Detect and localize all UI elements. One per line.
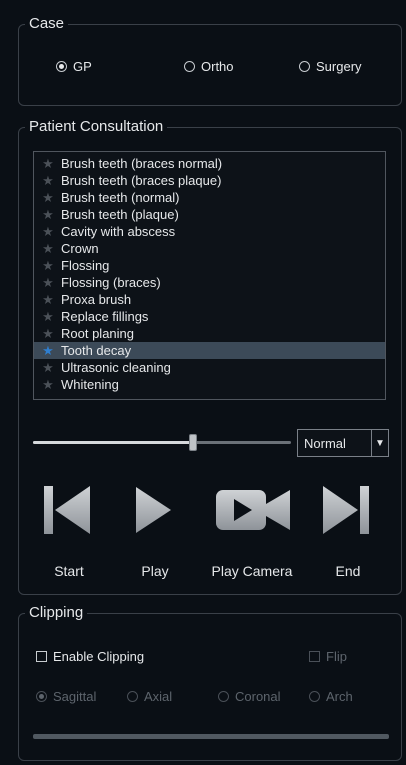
timeline-slider[interactable] (33, 434, 291, 451)
end-label: End (335, 563, 361, 579)
list-item[interactable]: ★ Brush teeth (braces normal) (34, 155, 385, 172)
radio-indicator (56, 61, 67, 72)
list-item[interactable]: ★ Brush teeth (normal) (34, 189, 385, 206)
slider-fill (33, 441, 193, 444)
list-item[interactable]: ★ Ultrasonic cleaning (34, 359, 385, 376)
video-camera-icon (216, 490, 290, 530)
star-icon: ★ (42, 325, 54, 341)
plane-radio-sagittal[interactable]: Sagittal (36, 689, 96, 704)
list-item[interactable]: ★ Replace fillings (34, 308, 385, 325)
speed-select-value: Normal (304, 435, 346, 451)
star-icon: ★ (42, 223, 54, 239)
checkbox-box (309, 651, 320, 662)
list-item-label: Cavity with abscess (61, 224, 176, 239)
plane-radio-arch[interactable]: Arch (309, 689, 353, 704)
speed-select[interactable]: Normal ▼ (297, 429, 389, 457)
play-camera-button[interactable] (214, 484, 292, 536)
case-radio-gp-label: GP (73, 59, 92, 74)
radio-indicator (309, 691, 320, 702)
list-item-label: Brush teeth (braces plaque) (61, 173, 222, 188)
star-icon: ★ (42, 291, 54, 307)
star-icon: ★ (42, 155, 54, 171)
list-item[interactable]: ★ Crown (34, 240, 385, 257)
list-item[interactable]: ★ Flossing (braces) (34, 274, 385, 291)
star-icon: ★ (42, 240, 54, 256)
start-label: Start (54, 563, 84, 579)
list-item-label: Flossing (braces) (61, 275, 161, 290)
list-item-label: Brush teeth (plaque) (61, 207, 179, 222)
skip-back-icon (44, 486, 90, 534)
plane-radio-axial[interactable]: Axial (127, 689, 172, 704)
star-icon: ★ (42, 274, 54, 290)
case-radio-gp[interactable]: GP (56, 59, 92, 74)
end-button[interactable] (321, 484, 371, 536)
play-button[interactable] (133, 484, 173, 536)
consultation-title: Patient Consultation (25, 118, 168, 136)
list-item-label: Brush teeth (braces normal) (61, 156, 223, 171)
case-radio-ortho-label: Ortho (201, 59, 234, 74)
clipping-progress-bar (33, 734, 389, 739)
clipping-title: Clipping (25, 604, 88, 622)
list-item-label: Tooth decay (61, 343, 132, 358)
list-item-label: Root planing (61, 326, 134, 341)
plane-coronal-label: Coronal (235, 689, 281, 704)
list-item[interactable]: ★ Cavity with abscess (34, 223, 385, 240)
enable-clipping-checkbox[interactable]: Enable Clipping (36, 649, 144, 664)
plane-radio-coronal[interactable]: Coronal (218, 689, 281, 704)
slider-handle[interactable] (188, 434, 197, 451)
radio-indicator (218, 691, 229, 702)
list-item-label: Ultrasonic cleaning (61, 360, 171, 375)
list-item[interactable]: ★ Proxa brush (34, 291, 385, 308)
plane-sagittal-label: Sagittal (53, 689, 97, 704)
list-item[interactable]: ★ Tooth decay (34, 342, 385, 359)
case-title: Case (25, 15, 69, 33)
case-radio-ortho[interactable]: Ortho (184, 59, 234, 74)
radio-indicator (299, 61, 310, 72)
list-item-label: Crown (61, 241, 99, 256)
chevron-down-icon[interactable]: ▼ (371, 430, 388, 456)
list-item-label: Brush teeth (normal) (61, 190, 180, 205)
play-label: Play (141, 563, 169, 579)
star-icon: ★ (42, 206, 54, 222)
checkbox-box (36, 651, 47, 662)
star-icon: ★ (42, 376, 54, 392)
star-icon: ★ (42, 359, 54, 375)
list-item[interactable]: ★ Brush teeth (braces plaque) (34, 172, 385, 189)
start-button[interactable] (42, 484, 92, 536)
list-item[interactable]: ★ Whitening (34, 376, 385, 393)
list-item-label: Whitening (61, 377, 119, 392)
plane-axial-label: Axial (144, 689, 173, 704)
radio-indicator (127, 691, 138, 702)
play-camera-label: Play Camera (211, 563, 293, 579)
play-icon (136, 487, 171, 533)
star-icon: ★ (42, 342, 54, 358)
radio-indicator (36, 691, 47, 702)
case-radio-surgery-label: Surgery (316, 59, 362, 74)
star-icon: ★ (42, 172, 54, 188)
plane-arch-label: Arch (326, 689, 353, 704)
list-item-label: Proxa brush (61, 292, 132, 307)
case-radio-surgery[interactable]: Surgery (299, 59, 362, 74)
star-icon: ★ (42, 189, 54, 205)
flip-checkbox[interactable]: Flip (309, 649, 347, 664)
flip-label: Flip (326, 649, 347, 664)
list-item[interactable]: ★ Root planing (34, 325, 385, 342)
list-item-label: Flossing (61, 258, 110, 273)
list-item[interactable]: ★ Flossing (34, 257, 385, 274)
consultation-list[interactable]: ★ Brush teeth (braces normal) ★ Brush teeth… (33, 151, 386, 400)
skip-forward-icon (323, 486, 369, 534)
list-item[interactable]: ★ Brush teeth (plaque) (34, 206, 385, 223)
star-icon: ★ (42, 257, 54, 273)
enable-clipping-label: Enable Clipping (53, 649, 145, 664)
radio-indicator (184, 61, 195, 72)
star-icon: ★ (42, 308, 54, 324)
list-item-label: Replace fillings (61, 309, 149, 324)
